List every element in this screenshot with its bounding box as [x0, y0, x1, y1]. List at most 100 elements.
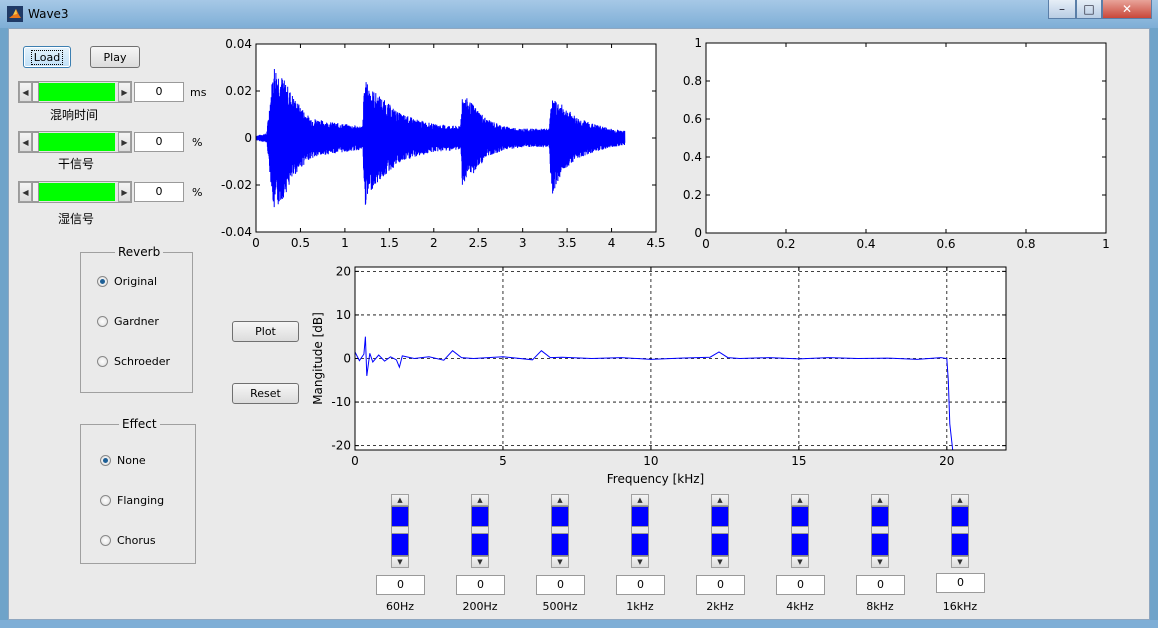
eq-band-label: 500Hz — [542, 600, 578, 613]
radio-flanging[interactable]: Flanging — [100, 494, 164, 507]
eq-value-input[interactable]: 0 — [616, 575, 665, 595]
reverb-time-unit: ms — [190, 86, 207, 99]
up-arrow-icon[interactable]: ▲ — [551, 494, 569, 506]
eq-value-input[interactable]: 0 — [376, 575, 425, 595]
eq-slider-7[interactable]: ▲ ▼ — [951, 494, 969, 568]
up-arrow-icon[interactable]: ▲ — [631, 494, 649, 506]
y-tick-label: 10 — [336, 308, 351, 322]
y-tick-label: -20 — [331, 439, 351, 453]
x-tick-label: 1 — [1102, 237, 1110, 251]
eq-band-label: 2kHz — [706, 600, 734, 613]
y-tick-label: 0.4 — [683, 150, 702, 164]
wet-signal-input[interactable]: 0 — [134, 182, 184, 202]
x-tick-label: 3 — [519, 236, 527, 250]
down-arrow-icon[interactable]: ▼ — [471, 556, 489, 568]
radio-none[interactable]: None — [100, 454, 146, 467]
dry-signal-input[interactable]: 0 — [134, 132, 184, 152]
x-tick-label: 2 — [430, 236, 438, 250]
eq-value-input[interactable]: 0 — [536, 575, 585, 595]
x-tick-label: 4 — [608, 236, 616, 250]
eq-slider-3[interactable]: ▲ ▼ — [631, 494, 649, 568]
eq-slider-1[interactable]: ▲ ▼ — [471, 494, 489, 568]
radio-original[interactable]: Original — [97, 275, 157, 288]
y-tick-label: 0.8 — [683, 74, 702, 88]
eq-slider-thumb[interactable] — [871, 526, 889, 534]
x-tick-label: 0 — [351, 454, 359, 468]
up-arrow-icon[interactable]: ▲ — [711, 494, 729, 506]
dry-signal-slider[interactable]: ◀ ▶ — [18, 131, 132, 153]
dry-signal-unit: % — [192, 136, 203, 149]
up-arrow-icon[interactable]: ▲ — [871, 494, 889, 506]
up-arrow-icon[interactable]: ▲ — [951, 494, 969, 506]
eq-band-label: 16kHz — [942, 600, 978, 613]
radio-schroeder[interactable]: Schroeder — [97, 355, 170, 368]
load-button[interactable]: Load — [23, 46, 71, 68]
x-tick-label: 0 — [252, 236, 260, 250]
plot-button[interactable]: Plot — [232, 321, 299, 342]
slider-right-arrow-icon[interactable]: ▶ — [118, 132, 131, 152]
up-arrow-icon[interactable]: ▲ — [391, 494, 409, 506]
slider-left-arrow-icon[interactable]: ◀ — [19, 182, 32, 202]
x-axis-label: Frequency [kHz] — [607, 472, 704, 486]
play-button[interactable]: Play — [90, 46, 140, 68]
wet-signal-slider[interactable]: ◀ ▶ — [18, 181, 132, 203]
y-tick-label: 0 — [244, 131, 252, 145]
x-tick-label: 15 — [791, 454, 806, 468]
eq-slider-6[interactable]: ▲ ▼ — [871, 494, 889, 568]
down-arrow-icon[interactable]: ▼ — [551, 556, 569, 568]
eq-value-input[interactable]: 0 — [696, 575, 745, 595]
down-arrow-icon[interactable]: ▼ — [791, 556, 809, 568]
minimize-icon[interactable]: – — [1048, 0, 1076, 19]
reset-button[interactable]: Reset — [232, 383, 299, 404]
reverb-time-input[interactable]: 0 — [134, 82, 184, 102]
eq-slider-thumb[interactable] — [631, 526, 649, 534]
x-tick-label: 0.2 — [776, 237, 795, 251]
down-arrow-icon[interactable]: ▼ — [711, 556, 729, 568]
maximize-icon[interactable]: □ — [1076, 0, 1102, 19]
slider-right-arrow-icon[interactable]: ▶ — [118, 182, 131, 202]
eq-slider-thumb[interactable] — [791, 526, 809, 534]
y-tick-label: 0.04 — [225, 37, 252, 51]
eq-slider-thumb[interactable] — [551, 526, 569, 534]
slider-left-arrow-icon[interactable]: ◀ — [19, 82, 32, 102]
x-tick-label: 5 — [499, 454, 507, 468]
dry-signal-label: 干信号 — [58, 157, 95, 171]
down-arrow-icon[interactable]: ▼ — [631, 556, 649, 568]
radio-chorus[interactable]: Chorus — [100, 534, 156, 547]
eq-value-input[interactable]: 0 — [856, 575, 905, 595]
eq-value-input[interactable]: 0 — [456, 575, 505, 595]
reverb-group-title: Reverb — [115, 245, 164, 259]
slider-thumb[interactable] — [32, 82, 39, 102]
down-arrow-icon[interactable]: ▼ — [951, 556, 969, 568]
eq-slider-thumb[interactable] — [471, 526, 489, 534]
slider-thumb[interactable] — [32, 132, 39, 152]
reverb-time-label: 混响时间 — [50, 108, 99, 122]
radio-gardner[interactable]: Gardner — [97, 315, 159, 328]
eq-slider-thumb[interactable] — [951, 526, 969, 534]
down-arrow-icon[interactable]: ▼ — [391, 556, 409, 568]
eq-value-input[interactable]: 0 — [936, 573, 985, 593]
x-tick-label: 0 — [702, 237, 710, 251]
up-arrow-icon[interactable]: ▲ — [791, 494, 809, 506]
eq-slider-5[interactable]: ▲ ▼ — [791, 494, 809, 568]
radio-unchecked-icon — [97, 316, 108, 327]
slider-right-arrow-icon[interactable]: ▶ — [118, 82, 131, 102]
eq-slider-0[interactable]: ▲ ▼ — [391, 494, 409, 568]
slider-left-arrow-icon[interactable]: ◀ — [19, 132, 32, 152]
reverb-time-slider[interactable]: ◀ ▶ — [18, 81, 132, 103]
close-icon[interactable]: ✕ — [1102, 0, 1152, 19]
slider-track — [38, 133, 115, 151]
title-bar[interactable] — [0, 0, 1158, 28]
eq-slider-thumb[interactable] — [711, 526, 729, 534]
up-arrow-icon[interactable]: ▲ — [471, 494, 489, 506]
x-tick-label: 1.5 — [380, 236, 399, 250]
slider-thumb[interactable] — [32, 182, 39, 202]
x-tick-label: 10 — [643, 454, 658, 468]
eq-slider-4[interactable]: ▲ ▼ — [711, 494, 729, 568]
eq-slider-thumb[interactable] — [391, 526, 409, 534]
eq-band-label: 4kHz — [786, 600, 814, 613]
empty-chart: 0 0.2 0.4 0.6 0.8 1 1 0.8 0.6 0.4 0.2 0 — [683, 36, 1110, 251]
eq-slider-2[interactable]: ▲ ▼ — [551, 494, 569, 568]
down-arrow-icon[interactable]: ▼ — [871, 556, 889, 568]
eq-value-input[interactable]: 0 — [776, 575, 825, 595]
